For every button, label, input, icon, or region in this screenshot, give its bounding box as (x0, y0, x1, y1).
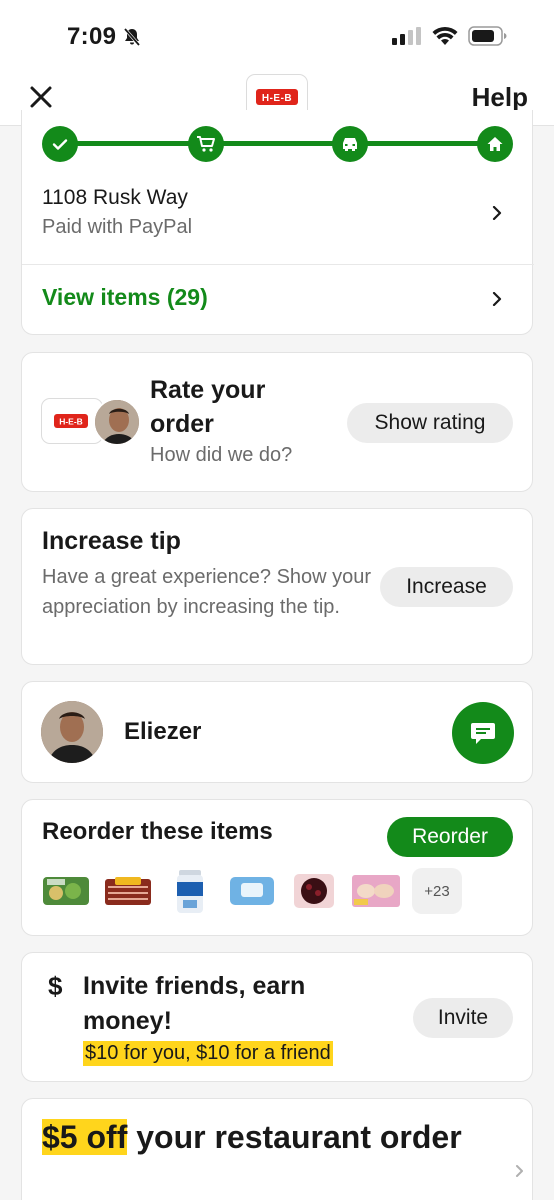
status-time: 7:09 (67, 23, 117, 50)
status-bar: 7:09 (0, 0, 554, 70)
heb-logo-icon: H-E-B (54, 414, 88, 428)
shopper-avatar (41, 701, 103, 763)
bacon-icon (102, 868, 154, 914)
tip-description: Have a great experience? Show your appre… (42, 566, 372, 618)
status-icons (392, 26, 508, 46)
help-link[interactable]: Help (472, 82, 528, 113)
step-car-icon (332, 126, 368, 162)
rate-order-card: H-E-B Rate your order How did we do? Show… (21, 352, 533, 492)
reorder-button[interactable]: Reorder (387, 817, 513, 857)
invite-title: Invite friends, earn money! (83, 972, 306, 1035)
promo-highlight: $5 off (42, 1119, 128, 1155)
clorox-wipes-icon (164, 868, 216, 914)
show-rating-button[interactable]: Show rating (347, 403, 513, 443)
shopper-card: Eliezer (21, 681, 533, 783)
promo-rest: your restaurant order (127, 1119, 462, 1155)
tip-title: Increase tip (42, 527, 181, 555)
wet-wipes-icon (226, 868, 278, 914)
svg-text:H-E-B: H-E-B (59, 417, 83, 427)
reorder-thumbnails: +23 (40, 868, 462, 914)
invite-card: $ Invite friends, earn money! $10 for yo… (21, 952, 533, 1082)
reorder-title: Reorder these items (42, 818, 273, 845)
chat-icon (471, 723, 495, 744)
increase-tip-card: Increase tip Have a great experience? Sh… (21, 508, 533, 665)
shopper-name: Eliezer (124, 718, 202, 745)
promo-title: $5 off your restaurant order (42, 1117, 462, 1157)
invite-reward-text: $10 for you, $10 for a friend (83, 1041, 333, 1066)
svg-text:H-E-B: H-E-B (262, 93, 292, 104)
increase-tip-button[interactable]: Increase (380, 567, 513, 607)
restaurant-promo-card[interactable]: $5 off your restaurant order (21, 1098, 533, 1200)
order-progress-card: 1108 Rusk Way Paid with PayPal View item… (21, 110, 534, 335)
chevron-right-icon[interactable] (490, 206, 504, 220)
rate-subtitle: How did we do? (150, 444, 293, 466)
delivery-address: 1108 Rusk Way (42, 186, 188, 209)
chevron-right-icon[interactable] (514, 1165, 526, 1177)
chevron-right-icon[interactable] (490, 292, 504, 306)
salad-kit-icon (40, 868, 92, 914)
dollar-icon: $ (48, 971, 63, 1001)
battery-icon (468, 26, 507, 46)
close-icon[interactable] (28, 84, 54, 110)
payment-method: Paid with PayPal (42, 216, 193, 238)
bell-muted-icon (123, 28, 141, 46)
view-items-link[interactable]: View items (29) (42, 284, 208, 311)
invite-button[interactable]: Invite (413, 998, 513, 1038)
heb-logo-icon: H-E-B (256, 89, 298, 105)
progress-track (62, 141, 494, 146)
step-cart-icon (188, 126, 224, 162)
reorder-card: Reorder these items Reorder +23 (21, 799, 533, 936)
divider (22, 264, 534, 265)
step-check-icon (42, 126, 78, 162)
wifi-icon (432, 26, 458, 45)
rate-title: Rate your order (150, 376, 266, 438)
berries-icon (288, 868, 340, 914)
chicken-breast-icon (350, 868, 402, 914)
signal-icon (392, 27, 421, 45)
shopper-avatar (93, 398, 141, 446)
chat-button[interactable] (452, 702, 514, 764)
more-items-badge[interactable]: +23 (412, 868, 462, 914)
step-home-icon (477, 126, 513, 162)
